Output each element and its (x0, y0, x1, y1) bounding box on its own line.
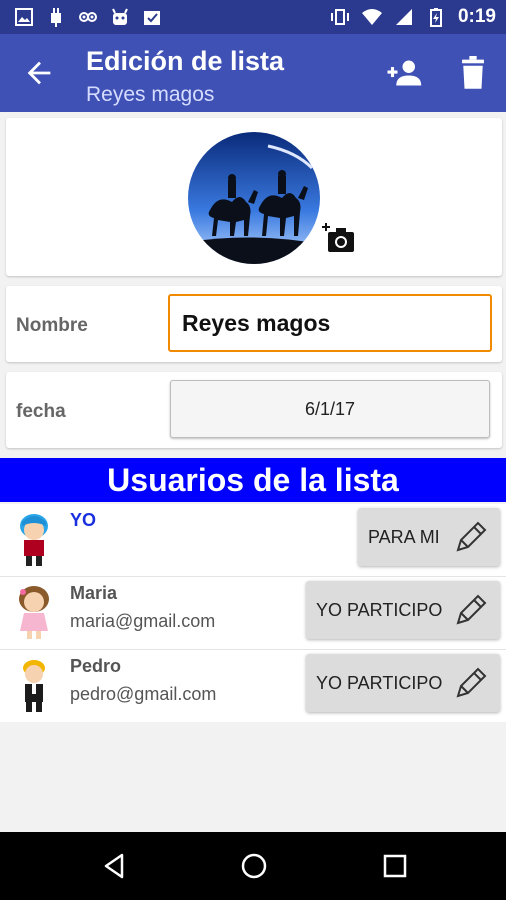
list-item: Pedro pedro@gmail.com YO PARTICIPO (0, 650, 506, 722)
recents-nav-icon[interactable] (381, 852, 409, 880)
date-picker-button[interactable]: 6/1/17 (170, 380, 490, 438)
name-card: Nombre (6, 286, 502, 362)
date-label: fecha (16, 401, 66, 422)
list-item: YO PARA MI (0, 504, 506, 576)
task-icon (144, 11, 160, 25)
status-bar: 0:19 (0, 0, 506, 34)
role-label: YO PARTICIPO (316, 599, 443, 620)
navigation-bar (0, 832, 506, 900)
wifi-icon (361, 9, 382, 25)
photo-card (6, 118, 502, 276)
signal-icon (395, 9, 412, 25)
image-icon (15, 8, 33, 26)
user-email: pedro@gmail.com (70, 684, 217, 704)
android-icon (112, 8, 128, 25)
user-avatar (20, 514, 48, 566)
users-section-title: Usuarios de la lista (0, 458, 506, 502)
user-name: Maria (70, 583, 118, 603)
owl-icon (79, 12, 97, 22)
app-bar: Edición de lista Reyes magos (0, 34, 506, 112)
page-title: Edición de lista (86, 46, 285, 76)
pencil-icon (456, 594, 487, 625)
page-subtitle: Reyes magos (86, 83, 215, 106)
role-label: YO PARTICIPO (316, 672, 443, 693)
plug-icon (51, 8, 61, 27)
back-nav-icon[interactable] (100, 852, 128, 880)
name-input[interactable] (168, 294, 492, 352)
add-photo-icon[interactable] (322, 222, 356, 256)
battery-icon (429, 8, 442, 27)
user-name: YO (70, 510, 97, 530)
list-photo[interactable] (188, 132, 320, 264)
role-label: PARA MI (368, 526, 440, 547)
date-card: fecha 6/1/17 (6, 372, 502, 448)
pencil-icon (456, 521, 487, 552)
add-user-icon[interactable] (385, 58, 425, 88)
arrow-back-icon[interactable] (22, 56, 56, 90)
user-avatar (19, 586, 49, 639)
role-button[interactable]: YO PARTICIPO (306, 654, 500, 712)
user-name: Pedro (70, 656, 122, 676)
home-nav-icon[interactable] (240, 852, 268, 880)
user-email: maria@gmail.com (70, 611, 216, 631)
role-button[interactable]: YO PARTICIPO (306, 581, 500, 639)
name-label: Nombre (16, 315, 88, 336)
vibrate-icon (330, 9, 349, 25)
trash-icon[interactable] (458, 56, 488, 90)
list-item: Maria maria@gmail.com YO PARTICIPO (0, 577, 506, 649)
user-avatar (23, 660, 45, 712)
clock: 0:19 (457, 6, 496, 27)
role-button[interactable]: PARA MI (358, 508, 500, 566)
pencil-icon (456, 667, 487, 698)
